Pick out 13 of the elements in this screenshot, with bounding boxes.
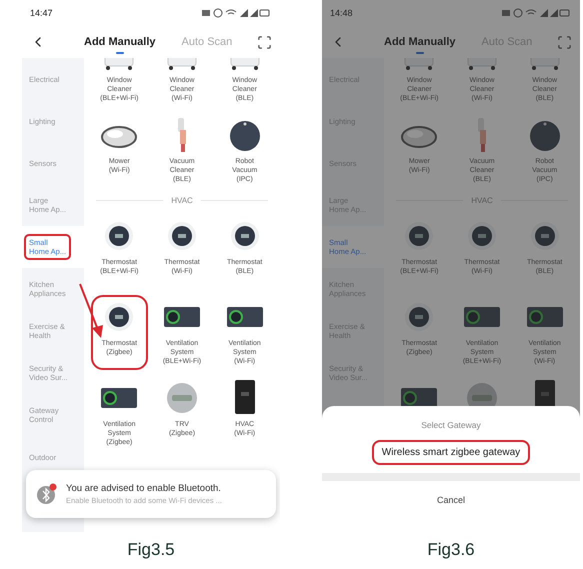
sheet-title: Select Gateway	[421, 420, 481, 430]
tab[interactable]: Auto Scan	[176, 30, 238, 54]
figure-caption: Fig3.5	[127, 540, 175, 560]
section-heading: HVAC	[171, 196, 193, 204]
figure-caption: Fig3.6	[427, 540, 475, 560]
tab[interactable]: Add Manually	[378, 30, 462, 54]
section-heading: HVAC	[471, 196, 493, 204]
gateway-option[interactable]: Wireless smart zigbee gateway	[372, 440, 530, 465]
toast-title: You are advised to enable Bluetooth.	[66, 483, 222, 494]
cancel-button[interactable]: Cancel	[430, 493, 471, 507]
status-time: 14:48	[330, 8, 353, 18]
status-time: 14:47	[30, 8, 53, 18]
tab[interactable]: Add Manually	[78, 30, 162, 54]
